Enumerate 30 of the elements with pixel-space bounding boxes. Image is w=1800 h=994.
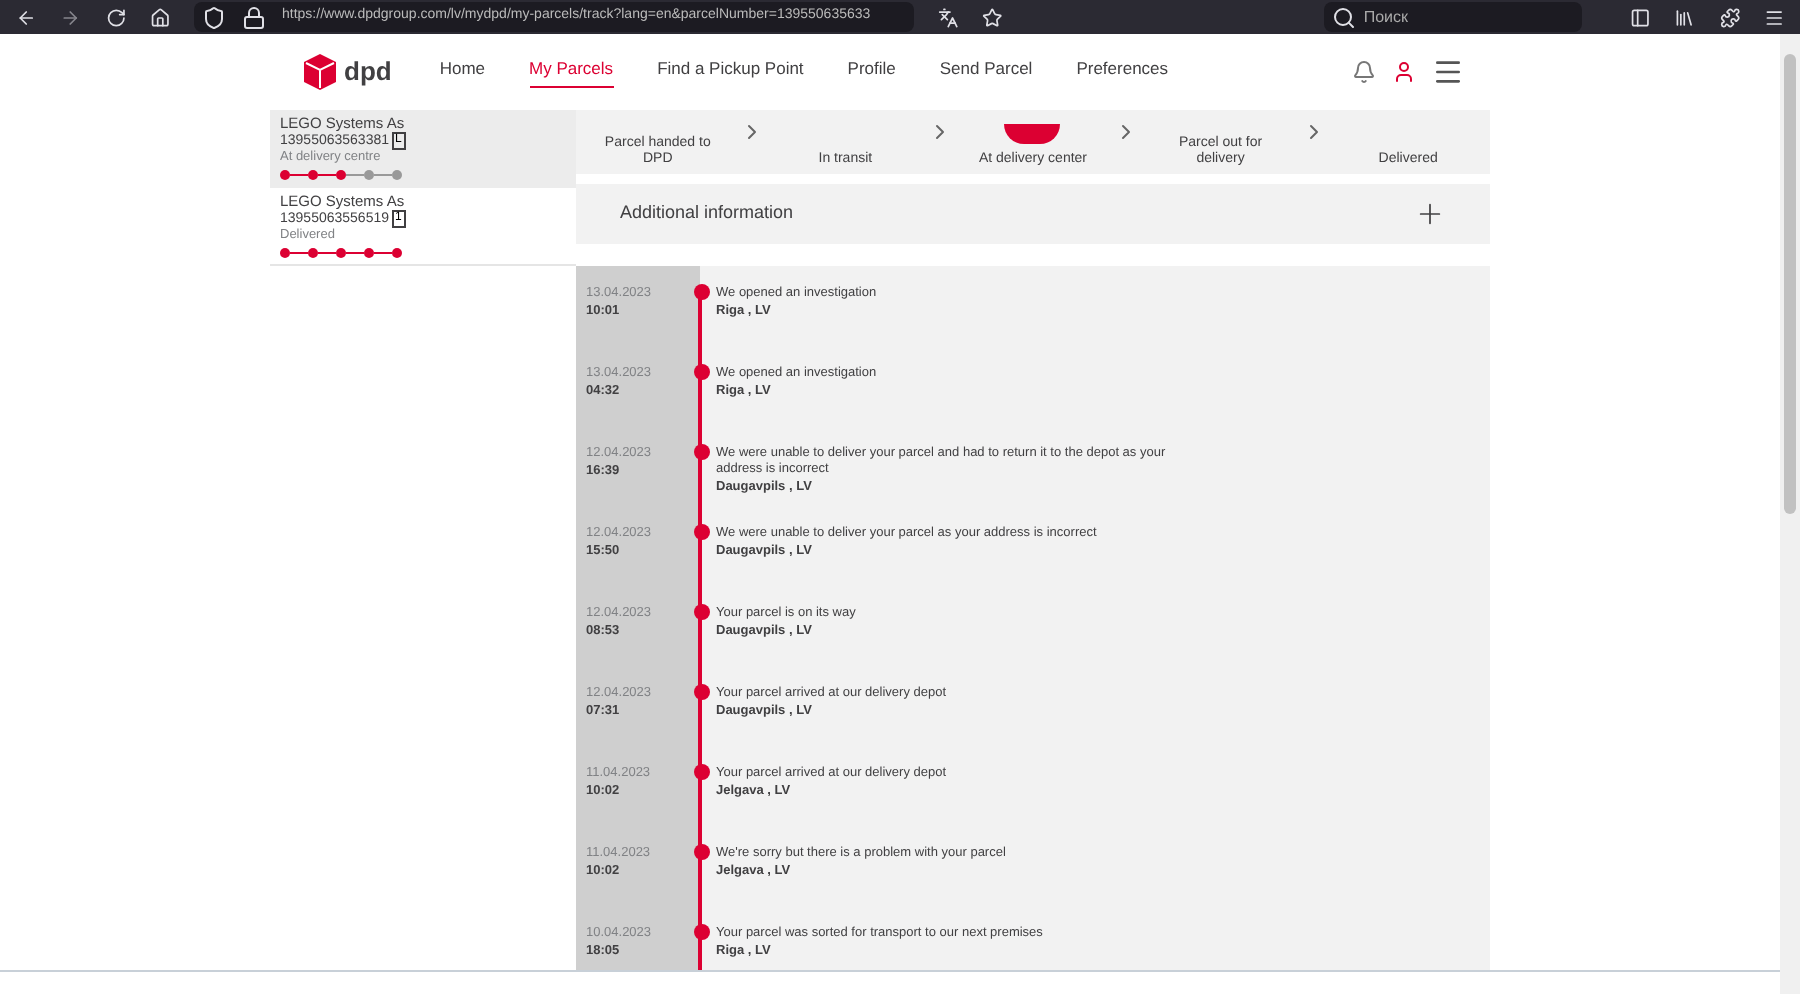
menu-icon[interactable] <box>1763 5 1785 29</box>
home-icon[interactable] <box>149 5 170 29</box>
scrollbar[interactable] <box>1780 34 1800 994</box>
puzzle-icon[interactable] <box>1719 5 1740 29</box>
sidebar-icon[interactable] <box>1630 5 1651 29</box>
cube-logo-icon <box>304 54 336 90</box>
nav-link[interactable]: My Parcels <box>529 56 614 88</box>
bookmark-star-icon[interactable] <box>981 5 1003 29</box>
logo-text[interactable]: dpd <box>344 52 392 92</box>
shield-icon[interactable] <box>202 5 226 29</box>
reload-icon[interactable] <box>105 5 126 29</box>
bell-icon[interactable] <box>1352 60 1376 84</box>
additional-info-title: Additional information <box>620 200 796 227</box>
nav-link[interactable]: Preferences <box>1076 56 1169 88</box>
nav-link[interactable]: Profile <box>847 56 896 88</box>
search-field[interactable]: Поиск <box>1323 2 1583 32</box>
library-icon[interactable] <box>1674 5 1696 29</box>
expand-icon[interactable] <box>1414 198 1446 230</box>
back-icon[interactable] <box>16 5 37 29</box>
search-placeholder: Поиск <box>1363 5 1408 29</box>
nav-link[interactable]: Find a Pickup Point <box>657 56 804 88</box>
nav-link[interactable]: Home <box>439 56 486 88</box>
translate-icon[interactable] <box>937 5 958 29</box>
scrollbar-thumb[interactable] <box>1784 54 1796 514</box>
user-icon[interactable] <box>1392 60 1416 84</box>
nav-link[interactable]: Send Parcel <box>939 56 1033 88</box>
search-icon <box>1331 5 1356 29</box>
lock-icon[interactable] <box>242 5 266 29</box>
additional-info-bar[interactable]: Additional information <box>576 184 1490 244</box>
menu-icon[interactable] <box>1432 56 1464 88</box>
